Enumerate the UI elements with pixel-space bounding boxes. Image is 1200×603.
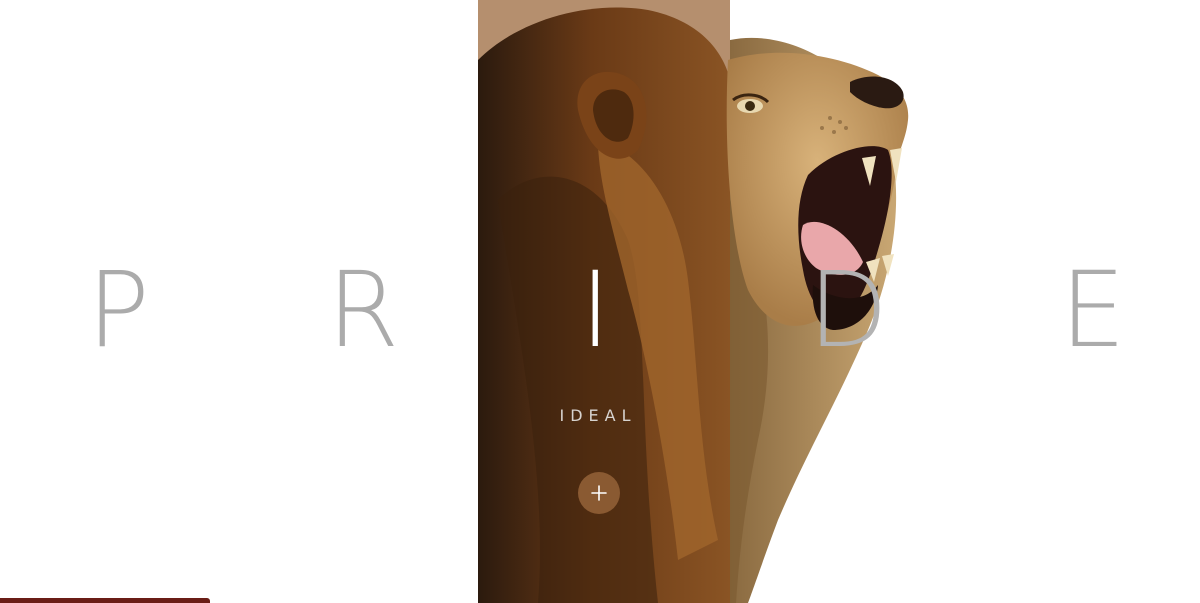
hero-section: P R I D E IDEAL: [0, 0, 1200, 603]
hero-letter-e: E: [1060, 249, 1126, 371]
hero-letter-i: I: [580, 249, 611, 371]
hero-letter-d: D: [808, 249, 889, 371]
loading-progress-bar: [0, 598, 210, 603]
hero-subtitle: IDEAL: [559, 406, 637, 425]
expand-button[interactable]: [578, 472, 620, 514]
hero-letter-p: P: [87, 249, 150, 371]
plus-icon: [591, 485, 607, 501]
hero-letter-r: R: [327, 249, 400, 371]
